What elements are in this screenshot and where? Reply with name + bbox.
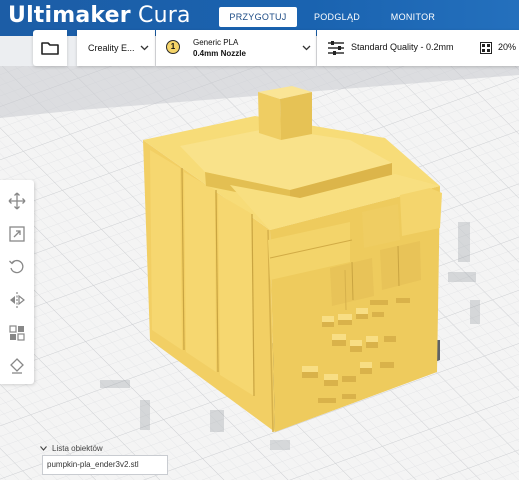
- scale-icon[interactable]: [8, 225, 26, 243]
- build-plate-scene[interactable]: [0, 66, 519, 480]
- move-icon[interactable]: [8, 192, 26, 210]
- rotate-icon[interactable]: [8, 258, 26, 276]
- sliders-icon: [328, 41, 344, 55]
- app-logo: Ultimaker Cura: [8, 3, 191, 28]
- open-file-button[interactable]: [33, 30, 67, 66]
- material-name: Generic PLA: [193, 38, 239, 47]
- nozzle-size: 0.4mm Nozzle: [193, 49, 246, 58]
- printer-name: Creality E...: [88, 43, 135, 53]
- main-toolbar: Creality E... 1 Generic PLA 0.4mm Nozzle…: [0, 30, 519, 66]
- per-model-settings-icon[interactable]: [8, 324, 26, 342]
- tab-monitor[interactable]: MONITOR: [377, 7, 449, 27]
- chevron-down-icon: [140, 45, 149, 51]
- object-list-label: Lista obiektów: [52, 443, 103, 453]
- object-list-toggle[interactable]: Lista obiektów: [40, 443, 103, 453]
- logo-product: Cura: [130, 3, 191, 28]
- tab-preview[interactable]: PODGLĄD: [297, 7, 377, 27]
- extruder-badge: 1: [166, 40, 180, 54]
- chevron-down-icon: [302, 45, 311, 51]
- tool-panel: [0, 180, 34, 384]
- support-blocker-icon[interactable]: [8, 357, 26, 375]
- object-list-item[interactable]: pumpkin-pla_ender3v2.stl: [42, 455, 168, 475]
- chevron-down-icon: [40, 445, 47, 451]
- infill-percentage: 20%: [498, 42, 517, 52]
- 3d-viewport[interactable]: [0, 66, 519, 480]
- quality-profile: Standard Quality - 0.2mm: [351, 42, 454, 52]
- mirror-icon[interactable]: [8, 291, 26, 309]
- logo-brand: Ultimaker: [8, 3, 131, 28]
- material-selector[interactable]: 1 Generic PLA 0.4mm Nozzle: [156, 30, 316, 66]
- stage-tabs: PRZYGOTUJ PODGLĄD MONITOR: [219, 7, 449, 27]
- print-settings-selector[interactable]: Standard Quality - 0.2mm 20%: [317, 30, 519, 66]
- folder-icon: [41, 42, 59, 55]
- printer-selector[interactable]: Creality E...: [77, 30, 155, 66]
- tab-prepare[interactable]: PRZYGOTUJ: [219, 7, 297, 27]
- infill-icon: [480, 42, 492, 54]
